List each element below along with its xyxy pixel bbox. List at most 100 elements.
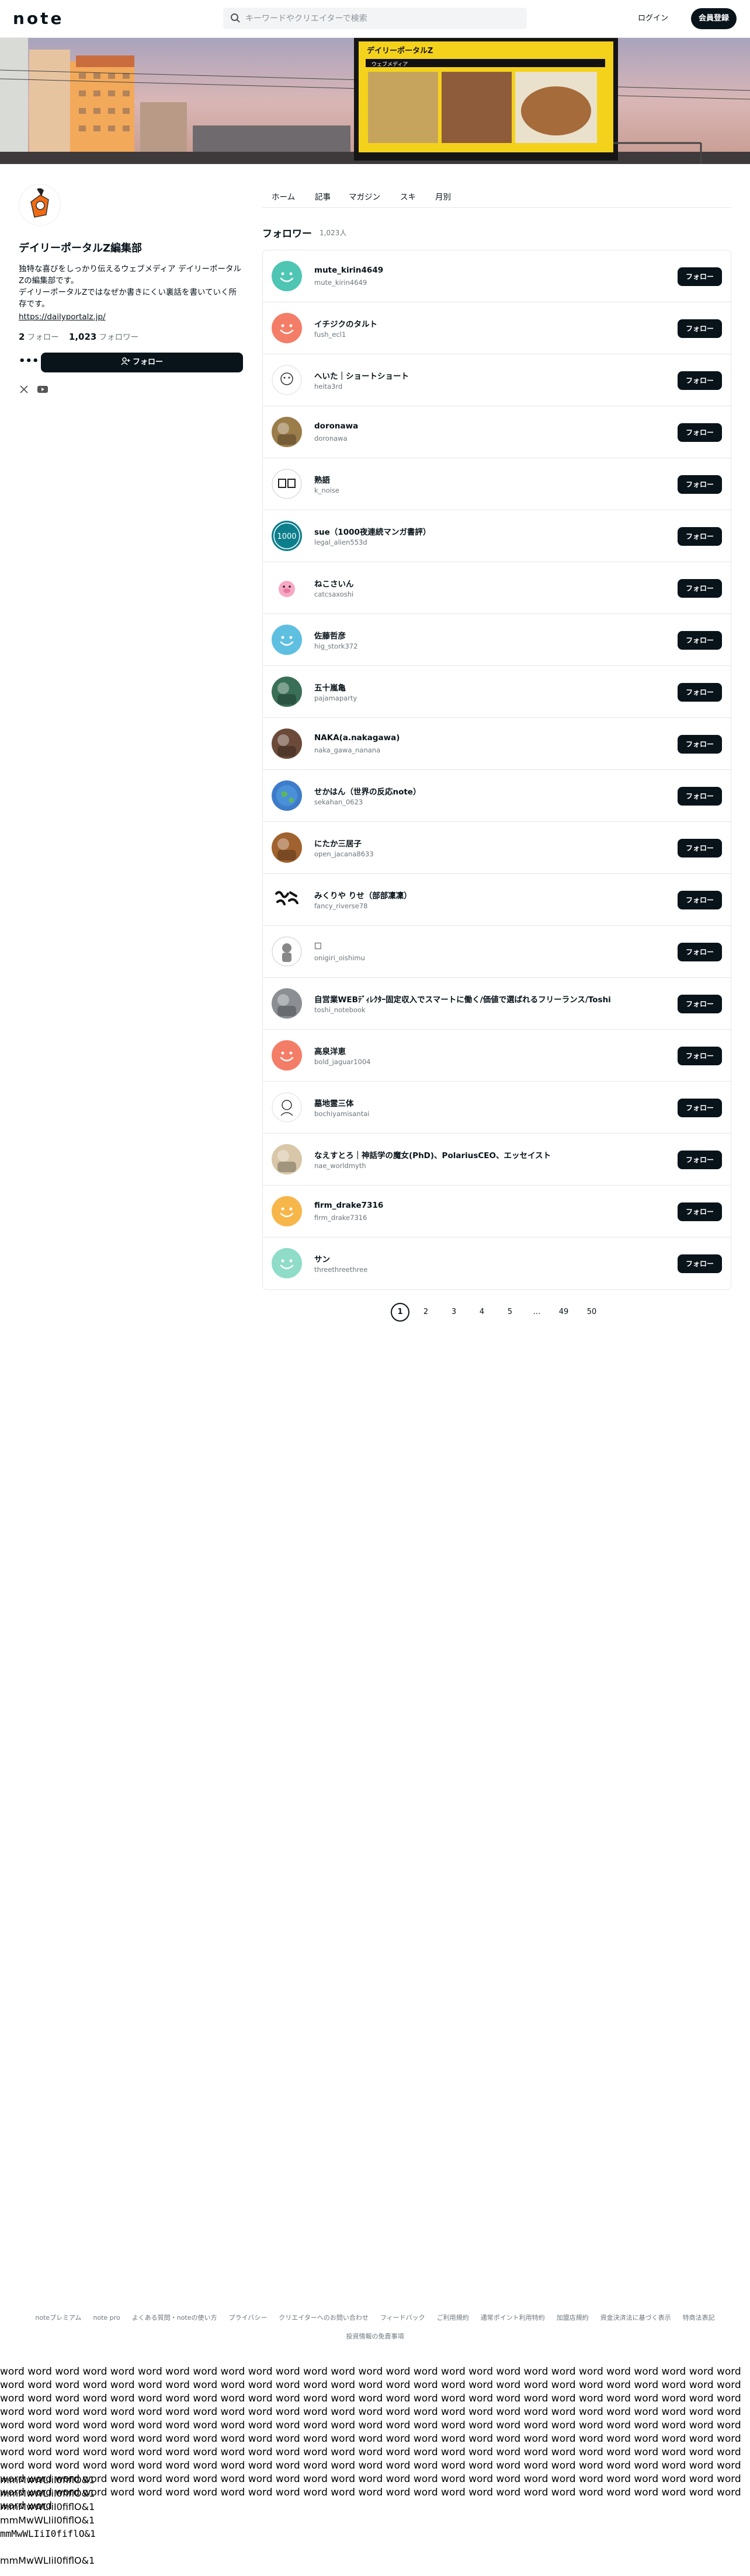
footer-link[interactable]: フィードバック [380, 2309, 425, 2327]
follower-row[interactable]: 1000 sue（1000夜連続マンガ書評） legal_alien553d フォロー [263, 510, 731, 562]
follower-row[interactable]: 高泉洋恵 bold_jaguar1004 フォロー [263, 1030, 731, 1082]
footer-link[interactable]: クリエイターへのお問い合わせ [279, 2309, 369, 2327]
following-label[interactable]: フォロー [27, 333, 59, 342]
search-input[interactable] [245, 11, 520, 26]
follower-name[interactable]: なえすとろ｜神話学の魔女(PhD)、PolariusCEO、エッセイスト [314, 1149, 665, 1160]
follower-avatar[interactable] [272, 936, 302, 967]
follow-button[interactable]: フォロー [678, 267, 722, 286]
follower-name[interactable]: サン [314, 1253, 665, 1264]
follower-row[interactable]: 自営業WEBﾃﾞｨﾚｸﾀｰ固定収入でスマートに働く/価値で選ばれるフリーランス/… [263, 978, 731, 1030]
footer-link[interactable]: 加盟店規約 [557, 2309, 589, 2327]
follower-row[interactable]: イチジクのタルト fush_ecl1 フォロー [263, 302, 731, 354]
follower-avatar[interactable] [272, 780, 302, 811]
page-button-5[interactable]: 5 [501, 1303, 519, 1322]
follower-row[interactable]: 墓地霊三体 bochiyamisantai フォロー [263, 1082, 731, 1134]
tab-magazines[interactable]: マガジン [349, 190, 380, 202]
follower-row[interactable]: □ onigiri_oishimu フォロー [263, 926, 731, 978]
follow-button[interactable]: フォロー [678, 475, 722, 494]
tab-home[interactable]: ホーム [272, 190, 295, 202]
follower-name[interactable]: 五十嵐亀 [314, 681, 665, 693]
follower-row[interactable]: せかはん（世界の反応note） sekahan_0623 フォロー [263, 770, 731, 822]
page-button-3[interactable]: 3 [445, 1303, 463, 1322]
youtube-icon[interactable] [37, 385, 48, 393]
follow-button[interactable]: フォロー [678, 423, 722, 442]
follower-name[interactable]: へいた｜ショートショート [314, 370, 665, 381]
tab-likes[interactable]: スキ [400, 190, 416, 202]
footer-link[interactable]: ご利用規約 [437, 2309, 469, 2327]
follow-button[interactable]: フォロー [678, 839, 722, 857]
follower-name[interactable]: みくりや りせ（部部凜凜） [314, 889, 665, 901]
follow-button[interactable]: フォロー [678, 579, 722, 598]
follower-name[interactable]: mute_kirin4649 [314, 266, 665, 275]
footer-link[interactable]: 資金決済法に基づく表示 [600, 2309, 671, 2327]
follower-row[interactable]: doronawa doronawa フォロー [263, 406, 731, 458]
follower-row[interactable]: へいた｜ショートショート heita3rd フォロー [263, 354, 731, 406]
follower-row[interactable]: 佐藤哲彦 hig_stork372 フォロー [263, 614, 731, 666]
tab-articles[interactable]: 記事 [315, 190, 331, 202]
follower-avatar[interactable] [272, 728, 302, 759]
follower-name[interactable]: にたか三居子 [314, 837, 665, 849]
profile-link[interactable]: https://dailyportalz.jp/ [19, 311, 243, 323]
profile-follow-button[interactable]: フォロー [41, 353, 243, 372]
follow-button[interactable]: フォロー [678, 1254, 722, 1273]
footer-link[interactable]: 投資情報の免責事項 [346, 2327, 404, 2346]
follow-button[interactable]: フォロー [678, 631, 722, 650]
follow-button[interactable]: フォロー [678, 319, 722, 338]
follower-avatar[interactable] [272, 884, 302, 915]
follower-name[interactable]: NAKA(a.nakagawa) [314, 733, 665, 743]
footer-link[interactable]: noteプレミアム [35, 2309, 81, 2327]
follower-name[interactable]: firm_drake7316 [314, 1201, 665, 1210]
follower-name[interactable]: 佐藤哲彦 [314, 629, 665, 641]
follow-button[interactable]: フォロー [678, 527, 722, 546]
follow-button[interactable]: フォロー [678, 891, 722, 909]
follow-button[interactable]: フォロー [678, 787, 722, 806]
signup-button[interactable]: 会員登録 [691, 8, 737, 29]
follower-avatar[interactable] [272, 1092, 302, 1123]
follower-row[interactable]: NAKA(a.nakagawa) naka_gawa_nanana フォロー [263, 718, 731, 770]
note-logo[interactable]: note [13, 9, 64, 28]
follower-row[interactable]: mute_kirin4649 mute_kirin4649 フォロー [263, 250, 731, 302]
footer-link[interactable]: プライバシー [228, 2309, 267, 2327]
follower-avatar[interactable] [272, 1248, 302, 1278]
footer-link[interactable]: note pro [93, 2309, 120, 2327]
follow-button[interactable]: フォロー [678, 371, 722, 390]
follow-button[interactable]: フォロー [678, 1151, 722, 1169]
login-link[interactable]: ログイン [638, 12, 668, 23]
follower-avatar[interactable] [272, 573, 302, 603]
follower-name[interactable]: イチジクのタルト [314, 318, 665, 329]
follower-row[interactable]: firm_drake7316 firm_drake7316 フォロー [263, 1186, 731, 1238]
follow-button[interactable]: フォロー [678, 995, 722, 1013]
follower-row[interactable]: サン threethreethree フォロー [263, 1238, 731, 1289]
footer-link[interactable]: 通常ポイント利用特約 [481, 2309, 545, 2327]
follow-button[interactable]: フォロー [678, 683, 722, 702]
follower-avatar[interactable] [272, 365, 302, 395]
follower-row[interactable]: 五十嵐亀 pajamaparty フォロー [263, 666, 731, 718]
follower-avatar[interactable] [272, 677, 302, 707]
followers-label[interactable]: フォロワー [99, 333, 139, 342]
x-icon[interactable] [20, 385, 28, 393]
more-button[interactable]: ••• [19, 353, 39, 372]
follow-button[interactable]: フォロー [678, 1202, 722, 1221]
page-button-50[interactable]: 50 [582, 1303, 601, 1322]
page-button-49[interactable]: 49 [554, 1303, 573, 1322]
follower-name[interactable]: □ [314, 941, 665, 950]
search-box[interactable] [223, 8, 527, 29]
follower-avatar[interactable] [272, 417, 302, 447]
follower-row[interactable]: にたか三居子 open_jacana8633 フォロー [263, 822, 731, 874]
follower-avatar[interactable] [272, 1196, 302, 1226]
follower-name[interactable]: ねこさいん [314, 577, 665, 589]
follower-name[interactable]: 墓地霊三体 [314, 1097, 665, 1109]
follower-avatar[interactable] [272, 832, 302, 863]
follower-name[interactable]: doronawa [314, 421, 665, 431]
footer-link[interactable]: 特商法表記 [683, 2309, 715, 2327]
follower-row[interactable]: なえすとろ｜神話学の魔女(PhD)、PolariusCEO、エッセイスト nae_… [263, 1134, 731, 1186]
follower-avatar[interactable] [272, 469, 302, 499]
follower-avatar[interactable] [272, 625, 302, 655]
follower-row[interactable]: 熟語 k_noise フォロー [263, 458, 731, 510]
follower-avatar[interactable] [272, 988, 302, 1019]
page-button-1[interactable]: 1 [391, 1303, 409, 1322]
following-count[interactable]: 2 [19, 332, 25, 342]
follower-avatar[interactable] [272, 1040, 302, 1071]
follower-name[interactable]: 高泉洋恵 [314, 1045, 665, 1057]
follower-avatar[interactable] [272, 313, 302, 343]
